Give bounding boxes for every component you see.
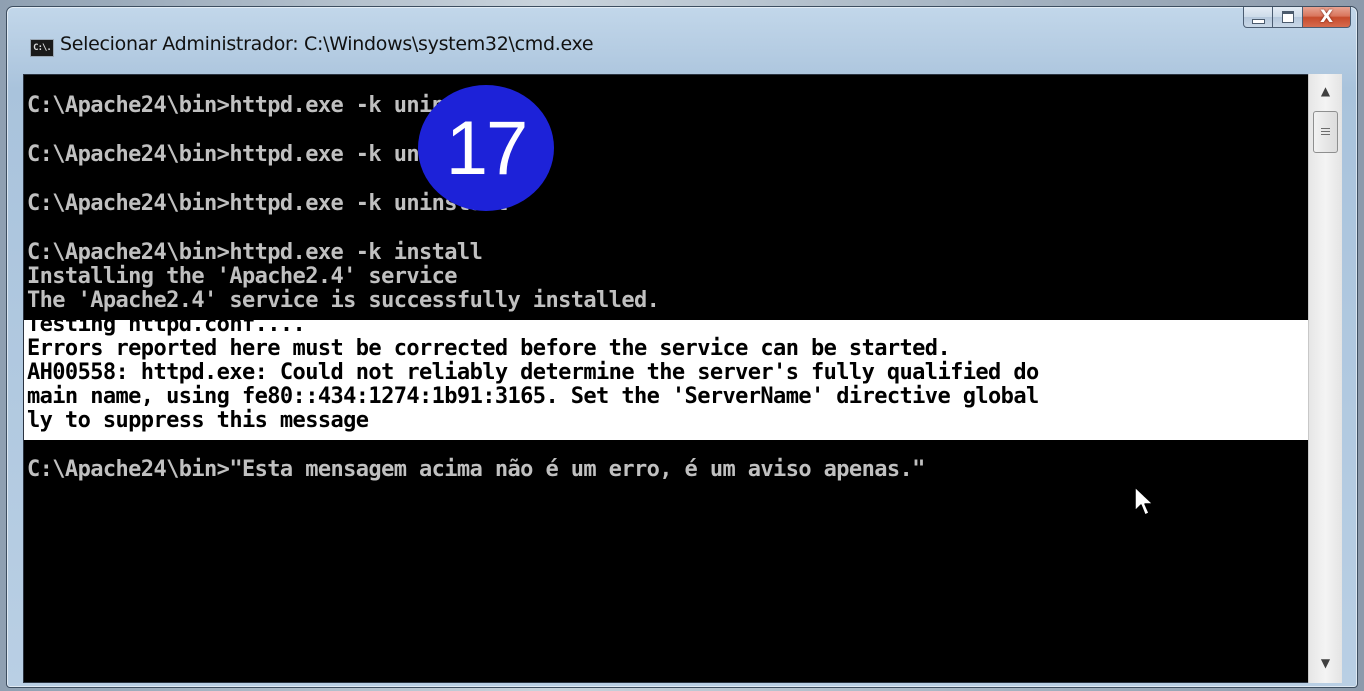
console-line: Testing httpd.conf.... bbox=[27, 312, 306, 337]
console-output[interactable]: C:\Apache24\bin>httpd.exe -k uninstall C… bbox=[23, 74, 1309, 683]
console-line: C:\Apache24\bin>"Esta mensagem acima não… bbox=[27, 457, 925, 482]
title-bar[interactable]: C:\. Selecionar Administrador: C:\Window… bbox=[7, 7, 1357, 73]
console-line: main name, using fe80::434:1274:1b91:316… bbox=[27, 384, 1039, 409]
mouse-pointer-icon bbox=[1134, 486, 1154, 523]
maximize-icon bbox=[1281, 11, 1294, 23]
minimize-button[interactable] bbox=[1243, 7, 1273, 28]
close-icon: X bbox=[1319, 6, 1334, 27]
minimize-icon bbox=[1251, 18, 1265, 24]
grip-icon bbox=[1321, 128, 1330, 136]
caption-buttons: X bbox=[1243, 7, 1351, 29]
console-line: Installing the 'Apache2.4' service bbox=[27, 264, 458, 289]
console-line: The 'Apache2.4' service is successfully … bbox=[27, 288, 660, 313]
cmd-window: C:\. Selecionar Administrador: C:\Window… bbox=[6, 6, 1358, 688]
console-line: ly to suppress this message bbox=[27, 408, 369, 433]
scroll-up-arrow-icon[interactable]: ▲ bbox=[1309, 80, 1342, 102]
console-line: AH00558: httpd.exe: Could not reliably d… bbox=[27, 360, 1039, 385]
vertical-scrollbar[interactable]: ▲ ▼ bbox=[1308, 74, 1342, 683]
step-number-badge: 17 bbox=[418, 85, 554, 211]
desktop-background: C:\. Selecionar Administrador: C:\Window… bbox=[0, 0, 1364, 691]
maximize-button[interactable] bbox=[1273, 7, 1303, 28]
console-line: Errors reported here must be corrected b… bbox=[27, 336, 951, 361]
scroll-down-arrow-icon[interactable]: ▼ bbox=[1309, 652, 1342, 674]
console-line: C:\Apache24\bin>httpd.exe -k uninstall bbox=[27, 191, 508, 216]
cmd-icon[interactable]: C:\. bbox=[30, 39, 54, 57]
scroll-thumb[interactable] bbox=[1313, 111, 1338, 153]
close-button[interactable]: X bbox=[1303, 7, 1351, 28]
console-line: C:\Apache24\bin>httpd.exe -k install bbox=[27, 240, 483, 265]
window-title: Selecionar Administrador: C:\Windows\sys… bbox=[60, 33, 594, 55]
